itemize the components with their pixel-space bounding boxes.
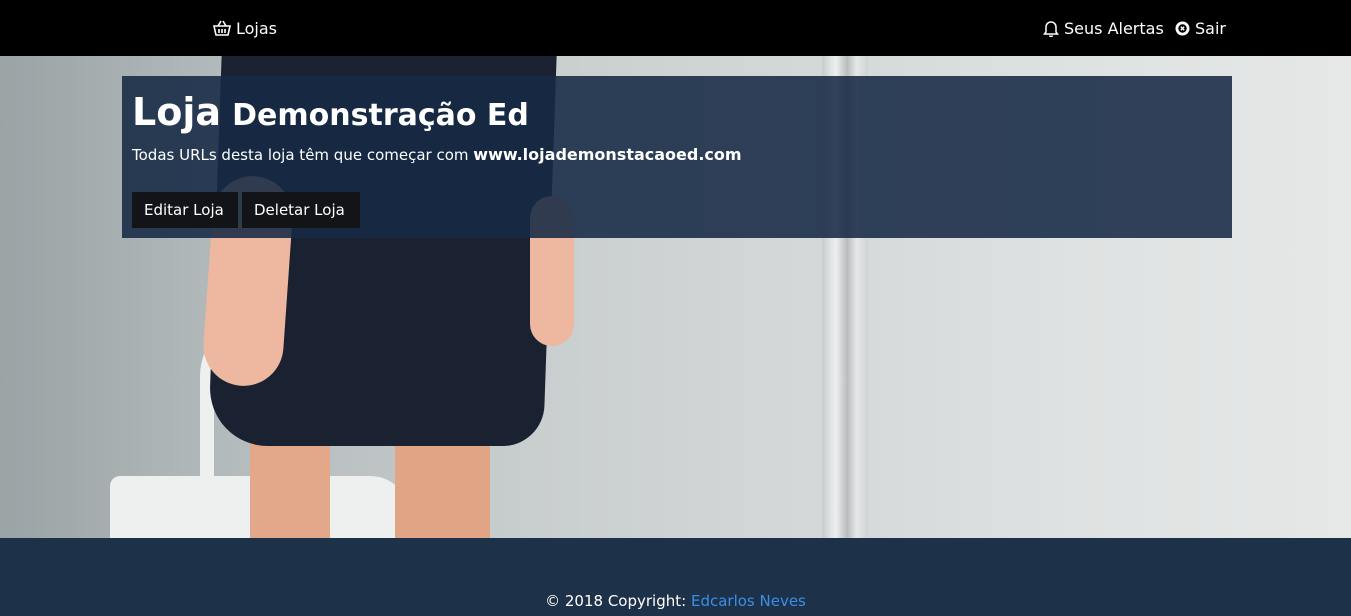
nav-sair-label: Sair <box>1195 18 1226 38</box>
store-info-panel: Loja Demonstração Ed Todas URLs desta lo… <box>122 76 1232 238</box>
footer-copyright: © 2018 Copyright: Edcarlos Neves <box>0 592 1351 610</box>
store-url-value: www.lojademonstacaoed.com <box>473 145 742 164</box>
nav-sair-link[interactable]: Sair <box>1175 0 1226 56</box>
nav-lojas-label: Lojas <box>236 18 278 38</box>
store-url-info: Todas URLs desta loja têm que começar co… <box>132 145 742 164</box>
bell-icon <box>1043 20 1059 37</box>
footer: © 2018 Copyright: Edcarlos Neves <box>0 538 1351 616</box>
store-title-name: Demonstração Ed <box>232 98 529 133</box>
store-title: Loja Demonstração Ed <box>132 90 529 134</box>
store-title-prefix: Loja <box>132 90 221 134</box>
top-navbar: Lojas Seus Alertas Sair <box>0 0 1351 56</box>
close-circle-icon <box>1175 21 1190 36</box>
author-link[interactable]: Edcarlos Neves <box>691 592 806 610</box>
nav-alertas-link[interactable]: Seus Alertas <box>1043 0 1164 56</box>
nav-alertas-label: Seus Alertas <box>1064 18 1164 38</box>
edit-store-button[interactable]: Editar Loja <box>132 192 238 228</box>
store-url-text: Todas URLs desta loja têm que começar co… <box>132 146 469 164</box>
copyright-text: © 2018 Copyright: <box>545 592 687 610</box>
delete-store-button[interactable]: Deletar Loja <box>242 192 360 228</box>
basket-icon <box>213 19 231 37</box>
nav-lojas-link[interactable]: Lojas <box>213 0 277 56</box>
